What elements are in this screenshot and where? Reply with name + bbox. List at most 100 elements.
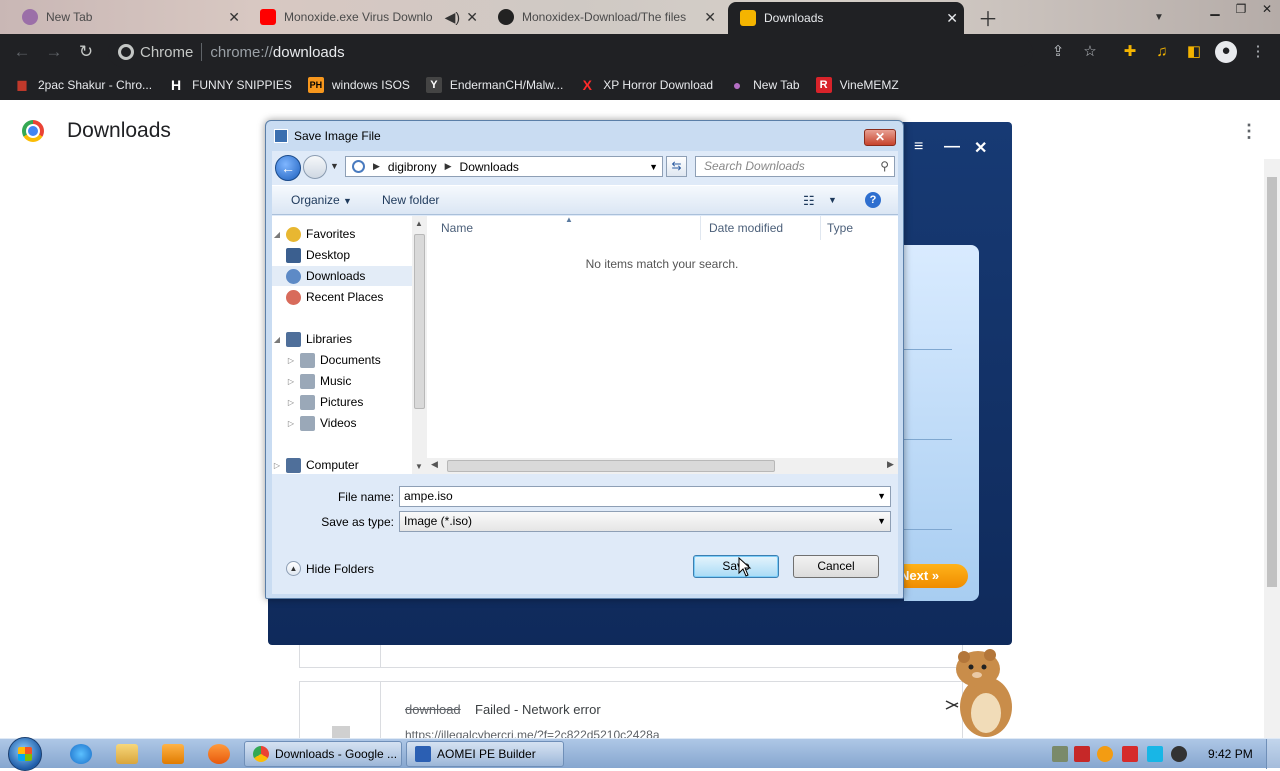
paint-icon[interactable] bbox=[208, 744, 230, 764]
show-desktop-button[interactable] bbox=[1266, 739, 1280, 769]
breadcrumb-item[interactable]: digibrony bbox=[388, 160, 437, 174]
cancel-button[interactable]: Cancel bbox=[793, 555, 879, 578]
view-options-icon[interactable]: ☷ bbox=[803, 193, 815, 209]
nav-scrollbar[interactable]: ▲ ▼ bbox=[412, 216, 427, 474]
tray-flag-icon[interactable] bbox=[1122, 746, 1138, 762]
site-chip[interactable]: Chrome bbox=[118, 44, 193, 61]
close-tab-icon[interactable]: ✕ bbox=[466, 9, 478, 26]
tab-new-tab[interactable]: New Tab ✕ bbox=[18, 0, 246, 34]
file-list-horizontal-scrollbar[interactable]: ◀ ▶ bbox=[427, 458, 898, 474]
help-icon[interactable]: ? bbox=[865, 192, 881, 208]
expand-icon[interactable]: ▷ bbox=[286, 377, 296, 386]
nav-documents[interactable]: ▷ Documents bbox=[272, 350, 412, 370]
forward-icon[interactable]: → bbox=[44, 42, 64, 62]
bookmark-2pac[interactable]: ▆ 2pac Shakur - Chro... bbox=[14, 77, 152, 93]
bookmark-xp-horror[interactable]: X XP Horror Download bbox=[579, 77, 714, 93]
restore-button[interactable]: ❐ bbox=[1228, 0, 1254, 20]
breadcrumb-item[interactable]: Downloads bbox=[460, 160, 519, 174]
nav-desktop[interactable]: Desktop bbox=[272, 245, 412, 265]
breadcrumb-bar[interactable]: ▶ digibrony ▶ Downloads ▼ bbox=[345, 156, 663, 177]
start-button[interactable] bbox=[8, 737, 42, 771]
tray-search-icon[interactable] bbox=[1097, 746, 1113, 762]
file-explorer-icon[interactable] bbox=[116, 744, 138, 764]
breadcrumb-separator-icon[interactable]: ▶ bbox=[373, 161, 380, 172]
share-icon[interactable]: ⇪ bbox=[1048, 42, 1068, 62]
bookmark-endermanch[interactable]: Y EndermanCH/Malw... bbox=[425, 77, 563, 93]
nav-recent-places[interactable]: Recent Places bbox=[272, 287, 412, 307]
refresh-icon[interactable]: ⇆ bbox=[666, 156, 687, 177]
chevron-down-icon[interactable]: ▼ bbox=[877, 487, 886, 506]
download-file-name[interactable]: download bbox=[405, 702, 461, 717]
expand-icon[interactable]: ▷ bbox=[286, 356, 296, 365]
save-button[interactable]: Save bbox=[693, 555, 779, 578]
tray-v-icon[interactable] bbox=[1074, 746, 1090, 762]
chevron-down-icon[interactable]: ▼ bbox=[877, 512, 886, 531]
nav-favorites[interactable]: ◢ Favorites bbox=[272, 224, 412, 244]
close-tab-icon[interactable]: ✕ bbox=[946, 10, 958, 27]
chrome-menu-icon[interactable]: ⋮ bbox=[1248, 42, 1268, 62]
scrollbar-thumb[interactable] bbox=[414, 234, 425, 409]
tab-monoxide-virus[interactable]: Monoxide.exe Virus Downlo ◀) ✕ bbox=[256, 0, 484, 34]
close-window-button[interactable]: ✕ bbox=[1254, 0, 1280, 20]
tab-search-chevron-icon[interactable]: ▼ bbox=[1154, 0, 1164, 34]
minimize-button[interactable]: ▁ bbox=[1202, 0, 1228, 20]
bookmark-star-icon[interactable]: ☆ bbox=[1080, 42, 1100, 62]
media-player-icon[interactable] bbox=[162, 744, 184, 764]
breadcrumb-dropdown-icon[interactable]: ▼ bbox=[649, 162, 658, 172]
tray-network-icon[interactable] bbox=[1147, 746, 1163, 762]
breadcrumb-separator-icon[interactable]: ▶ bbox=[445, 161, 452, 172]
bookmark-funny-snippies[interactable]: H FUNNY SNIPPIES bbox=[168, 77, 292, 93]
tray-volume-icon[interactable] bbox=[1171, 746, 1187, 762]
media-control-icon[interactable]: ♫ bbox=[1152, 42, 1172, 62]
dialog-close-button[interactable]: ✕ bbox=[864, 129, 896, 146]
bookmark-windows-isos[interactable]: PH windows ISOS bbox=[307, 77, 410, 93]
bookmark-vinememz[interactable]: R VineMEMZ bbox=[815, 77, 899, 93]
column-type[interactable]: Type bbox=[821, 216, 898, 240]
nav-computer[interactable]: ▷ Computer bbox=[272, 455, 412, 475]
tray-app-icon[interactable] bbox=[1052, 746, 1068, 762]
new-folder-button[interactable]: New folder bbox=[382, 193, 439, 207]
tab-monoxidex-github[interactable]: Monoxidex-Download/The files ✕ bbox=[494, 0, 722, 34]
scroll-up-icon[interactable]: ▲ bbox=[415, 219, 423, 228]
expand-icon[interactable]: ◢ bbox=[272, 335, 282, 344]
hide-folders-toggle[interactable]: ▲ Hide Folders bbox=[286, 561, 374, 576]
nav-music[interactable]: ▷ Music bbox=[272, 371, 412, 391]
nav-downloads[interactable]: Downloads bbox=[272, 266, 412, 286]
reload-icon[interactable]: ↻ bbox=[76, 42, 96, 62]
organize-button[interactable]: Organize ▼ bbox=[291, 193, 352, 207]
scroll-right-icon[interactable]: ▶ bbox=[887, 459, 894, 470]
search-icon[interactable]: ⚲ bbox=[880, 157, 889, 176]
search-input[interactable]: Search Downloads ⚲ bbox=[695, 156, 895, 177]
aomei-minimize-icon[interactable]: — bbox=[944, 138, 960, 156]
forward-arrow-icon[interactable] bbox=[303, 155, 327, 179]
extensions-icon[interactable]: ✚ bbox=[1120, 42, 1140, 62]
scrollbar-thumb[interactable] bbox=[1267, 177, 1277, 587]
taskbar-clock[interactable]: 9:42 PM bbox=[1208, 747, 1253, 761]
profile-avatar-icon[interactable]: ● bbox=[1215, 41, 1237, 63]
back-icon[interactable]: ← bbox=[12, 42, 32, 62]
audio-playing-icon[interactable]: ◀) bbox=[445, 9, 460, 26]
expand-icon[interactable]: ◢ bbox=[272, 230, 282, 239]
taskbar-chrome-downloads[interactable]: Downloads - Google ... bbox=[244, 741, 402, 767]
internet-explorer-icon[interactable] bbox=[70, 744, 92, 764]
taskbar-aomei[interactable]: AOMEI PE Builder bbox=[406, 741, 564, 767]
scroll-left-icon[interactable]: ◀ bbox=[431, 459, 438, 470]
scrollbar-thumb[interactable] bbox=[447, 460, 775, 472]
expand-icon[interactable]: ▷ bbox=[286, 398, 296, 407]
aomei-close-icon[interactable]: ✕ bbox=[974, 138, 987, 158]
save-as-type-select[interactable]: Image (*.iso) ▼ bbox=[399, 511, 891, 532]
bookmark-new-tab[interactable]: ● New Tab bbox=[729, 77, 800, 93]
close-tab-icon[interactable]: ✕ bbox=[704, 9, 716, 26]
column-date-modified[interactable]: Date modified bbox=[701, 216, 821, 240]
page-scrollbar[interactable] bbox=[1264, 159, 1280, 738]
more-actions-icon[interactable]: ⋮ bbox=[1240, 121, 1258, 142]
nav-libraries[interactable]: ◢ Libraries bbox=[272, 329, 412, 349]
address-bar[interactable]: Chrome chrome:// downloads bbox=[108, 37, 1033, 67]
back-arrow-icon[interactable]: ← bbox=[275, 155, 301, 181]
nav-videos[interactable]: ▷ Videos bbox=[272, 413, 412, 433]
expand-icon[interactable]: ▷ bbox=[272, 461, 282, 470]
recent-locations-chevron-icon[interactable]: ▼ bbox=[330, 161, 339, 171]
expand-icon[interactable]: ▷ bbox=[286, 419, 296, 428]
file-name-input[interactable]: ampe.iso ▼ bbox=[399, 486, 891, 507]
view-dropdown-icon[interactable]: ▼ bbox=[828, 195, 837, 205]
